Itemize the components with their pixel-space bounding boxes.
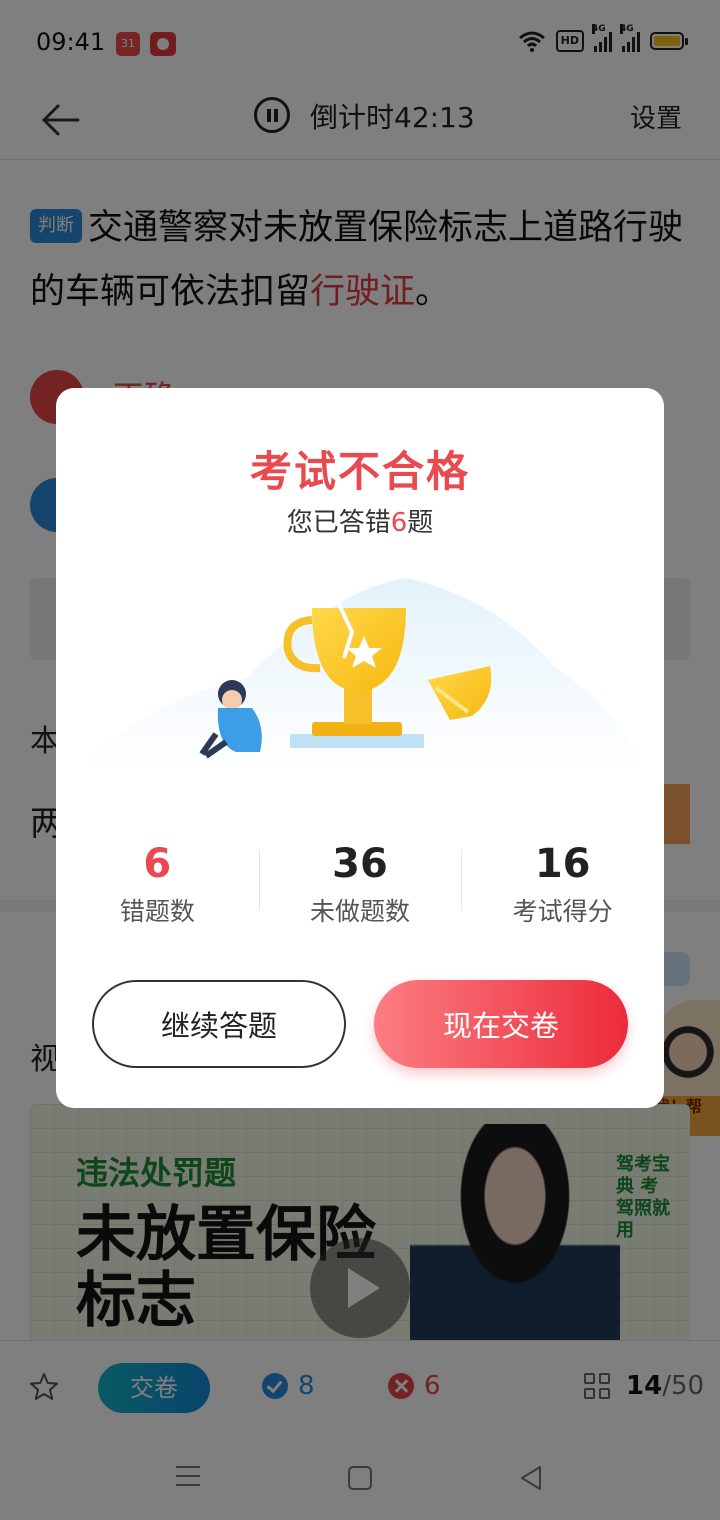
subtitle-suffix: 题 <box>407 508 434 538</box>
stat-wrong: 6 错题数 <box>56 836 259 936</box>
stat-undone-label: 未做题数 <box>310 897 411 926</box>
subtitle-count: 6 <box>390 508 408 538</box>
dialog-title: 考试不合格 <box>249 447 470 496</box>
stat-wrong-value: 6 <box>143 841 172 887</box>
continue-answering-button[interactable]: 继续答题 <box>92 980 346 1068</box>
stat-score-value: 16 <box>534 841 591 887</box>
subtitle-prefix: 您已答错 <box>286 508 391 538</box>
stat-undone: 36 未做题数 <box>258 836 462 936</box>
result-stats: 6 错题数 36 未做题数 16 考试得分 <box>56 836 664 936</box>
submit-now-button[interactable]: 现在交卷 <box>374 980 628 1068</box>
broken-trophy-illustration <box>76 578 644 768</box>
dialog-subtitle: 您已答错6题 <box>56 502 664 539</box>
stat-score-label: 考试得分 <box>512 897 613 926</box>
stat-wrong-label: 错题数 <box>119 897 195 926</box>
exam-failed-dialog: 考试不合格 您已答错6题 6 错题数 36 未做题数 16 考试得分 继续答题 … <box>56 388 664 1108</box>
stat-score: 16 考试得分 <box>461 836 664 936</box>
stat-undone-value: 36 <box>332 841 388 887</box>
